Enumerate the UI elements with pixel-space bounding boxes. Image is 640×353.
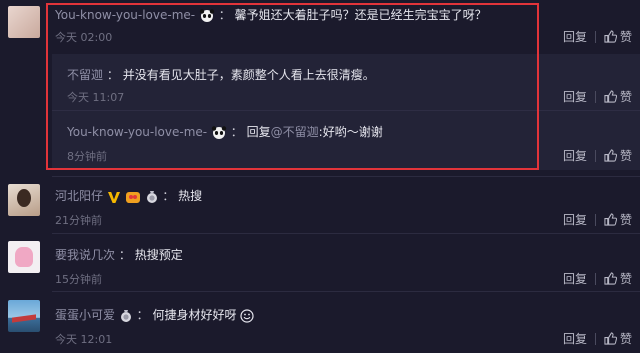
like-button[interactable]: 赞 (604, 147, 632, 164)
like-button[interactable]: 赞 (604, 270, 632, 287)
action-separator (594, 332, 596, 345)
panda-emoji-icon (211, 125, 227, 139)
reply-row: You-know-you-love-me- ： 回复@不留迦:好哟～谢谢 8分钟… (0, 110, 640, 170)
reply-text-line: 不留迦 ： 并没有看见大肚子，素颜整个人看上去很清瘦。 (67, 66, 375, 83)
like-button[interactable]: 赞 (604, 330, 632, 347)
username-link[interactable]: 要我说几次 (55, 248, 115, 262)
action-separator (594, 213, 596, 226)
username-link[interactable]: 不留迦 (67, 68, 103, 82)
user-avatar[interactable] (8, 300, 40, 332)
reply-actions: 回复 赞 (563, 88, 632, 105)
like-button[interactable]: 赞 (604, 211, 632, 228)
comment-content: 热搜预定 (134, 248, 183, 262)
reply-button[interactable]: 回复 (563, 211, 587, 228)
comment-timestamp: 15分钟前 (55, 273, 102, 286)
thumbs-up-icon (604, 272, 617, 285)
comment-text-line: 蛋蛋小可爱 ： 何捷身材好好呀 (55, 306, 254, 323)
comment-text-line: 河北阳仔 ： 热搜 (55, 187, 202, 204)
comment-timestamp: 今天 02:00 (55, 31, 113, 44)
action-separator (594, 90, 596, 103)
like-label: 赞 (619, 90, 632, 104)
like-label: 赞 (619, 272, 632, 286)
user-avatar[interactable] (8, 6, 40, 38)
username-link[interactable]: 河北阳仔 (55, 189, 103, 203)
avatar-figure (12, 314, 36, 323)
like-button[interactable]: 赞 (604, 88, 632, 105)
verified-v-icon (107, 191, 120, 203)
reply-button[interactable]: 回复 (563, 88, 587, 105)
comment-content: 热搜 (178, 189, 203, 203)
reply-button[interactable]: 回复 (563, 147, 587, 164)
panda-emoji-icon (199, 8, 215, 22)
reply-button[interactable]: 回复 (563, 270, 587, 287)
colon: ： (136, 308, 149, 322)
colon: ： (218, 8, 231, 22)
user-avatar[interactable] (8, 184, 40, 216)
fan-badge-icon (125, 191, 140, 203)
like-label: 赞 (619, 30, 632, 44)
medal-icon (146, 190, 157, 203)
avatar-figure (15, 247, 33, 267)
reply-timestamp: 今天 11:07 (67, 91, 125, 104)
action-separator (594, 149, 596, 162)
comment-timestamp: 今天 12:01 (55, 333, 113, 346)
username-link[interactable]: You-know-you-love-me- (55, 8, 195, 22)
thumbs-up-icon (604, 90, 617, 103)
action-separator (594, 30, 596, 43)
comment-timestamp: 21分钟前 (55, 214, 102, 227)
thumbs-up-icon (604, 332, 617, 345)
mention-link[interactable]: @不留迦 (271, 125, 319, 139)
comment-row: 河北阳仔 ： 热搜 21分钟前 回复 赞 (0, 177, 640, 233)
reply-button[interactable]: 回复 (563, 28, 587, 45)
comment-row: 蛋蛋小可爱 ： 何捷身材好好呀 今天 12:01 回复 赞 (0, 292, 640, 353)
reply-row: 不留迦 ： 并没有看见大肚子，素颜整个人看上去很清瘦。 今天 11:07 回复 … (0, 54, 640, 110)
like-label: 赞 (619, 332, 632, 346)
comment-actions: 回复 赞 (563, 211, 632, 228)
comment-content: 何捷身材好好呀 (152, 308, 237, 322)
reply-timestamp: 8分钟前 (67, 150, 107, 163)
comment-text-line: You-know-you-love-me- ： 馨予姐还大着肚子吗？还是已经生完… (55, 6, 487, 23)
avatar-figure (17, 189, 31, 207)
thumbs-up-icon (604, 30, 617, 43)
colon: ： (106, 68, 119, 82)
reply-content: :好哟～谢谢 (318, 125, 383, 139)
reply-content: 并没有看见大肚子，素颜整个人看上去很清瘦。 (122, 68, 375, 82)
comment-text-line: 要我说几次 ： 热搜预定 (55, 246, 183, 263)
user-avatar[interactable] (8, 241, 40, 273)
reply-text-line: You-know-you-love-me- ： 回复@不留迦:好哟～谢谢 (67, 123, 383, 140)
thumbs-up-icon (604, 149, 617, 162)
comment-content: 馨予姐还大着肚子吗？还是已经生完宝宝了呀？ (234, 8, 487, 22)
medal-icon (120, 309, 131, 322)
colon: ： (118, 248, 131, 262)
comment-actions: 回复 赞 (563, 28, 632, 45)
comment-row: You-know-you-love-me- ： 馨予姐还大着肚子吗？还是已经生完… (0, 0, 640, 54)
action-separator (594, 272, 596, 285)
thumbs-up-icon (604, 213, 617, 226)
colon: ： (162, 189, 175, 203)
reply-actions: 回复 赞 (563, 147, 632, 164)
like-label: 赞 (619, 149, 632, 163)
reply-prefix: 回复 (246, 125, 271, 139)
colon: ： (230, 125, 243, 139)
username-link[interactable]: You-know-you-love-me- (67, 125, 207, 139)
like-button[interactable]: 赞 (604, 28, 632, 45)
comment-actions: 回复 赞 (563, 270, 632, 287)
reply-button[interactable]: 回复 (563, 330, 587, 347)
like-label: 赞 (619, 213, 632, 227)
smile-emoji-icon (240, 308, 254, 323)
comment-actions: 回复 赞 (563, 330, 632, 347)
comment-row: 要我说几次 ： 热搜预定 15分钟前 回复 赞 (0, 234, 640, 290)
username-link[interactable]: 蛋蛋小可爱 (55, 308, 115, 322)
